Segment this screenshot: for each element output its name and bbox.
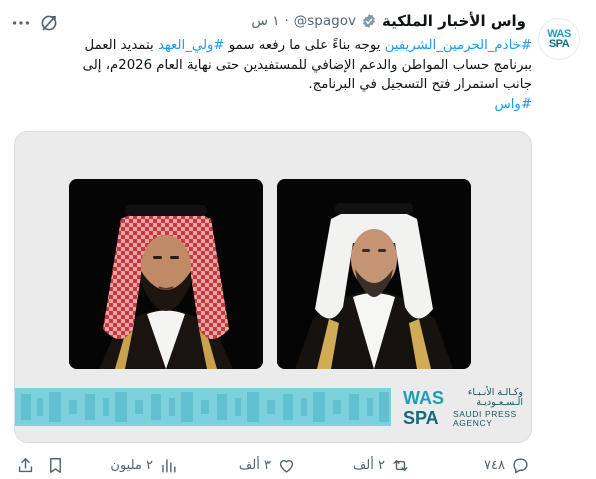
tweet-text-segment: ببرنامج حساب المواطن والدعم الإضافي للمس… [82, 57, 532, 73]
spa-arabic-name: وكـالـة الأنـبـاء الـسـعـوديـة [453, 388, 523, 408]
author-handle[interactable]: @spagov [294, 13, 356, 29]
repost-button[interactable]: ٢ ألف [353, 456, 410, 475]
tweet-header: واس الأخبار الملكية @spagov · ١ س [251, 10, 526, 32]
author-avatar[interactable]: WAS SPA [538, 18, 580, 60]
bookmark-icon [50, 458, 61, 473]
portrait-right-graphic [277, 179, 471, 369]
tweet-actions: ٧٤٨ ٢ ألف ٣ ألف ٢ مليون [0, 456, 596, 476]
pattern-graphic [15, 388, 391, 426]
header-separator: · [284, 13, 289, 29]
tweet-text-segment: يوجه بناءً على ما رفعه سمو [224, 38, 385, 53]
tweet-text: #خادم_الحرمين_الشريفين يوجه بناءً على ما… [14, 36, 532, 114]
spa-english-line2: AGENCY [453, 418, 493, 428]
like-button[interactable]: ٣ ألف [239, 456, 296, 475]
spa-english-name: SAUDI PRESS AGENCY [453, 410, 523, 428]
spa-logo: WAS SPA وكـالـة الأنـبـاء الـسـعـوديـة S… [401, 384, 523, 432]
tweet-text-line: #خادم_الحرمين_الشريفين يوجه بناءً على ما… [14, 36, 533, 56]
verified-badge-icon[interactable] [361, 13, 377, 29]
reply-count: ٧٤٨ [484, 458, 505, 473]
decorative-pattern-band [15, 388, 391, 426]
tweet-time[interactable]: ١ س [251, 13, 279, 29]
share-button[interactable] [16, 456, 35, 475]
repost-count: ٢ ألف [352, 458, 385, 473]
reply-icon [513, 458, 528, 474]
bookmark-button[interactable] [46, 456, 65, 475]
portrait-left-graphic [69, 179, 263, 369]
hashtag-link[interactable]: #واس [495, 97, 533, 112]
heart-icon [279, 460, 294, 473]
spa-mark-top: WAS [403, 388, 444, 408]
share-icon [18, 458, 33, 473]
grok-icon[interactable] [38, 12, 60, 34]
tweet-text-line: ببرنامج حساب المواطن والدعم الإضافي للمس… [14, 56, 532, 76]
tweet-text-segment: جانب استمرار فتح التسجيل في البرنامج. [308, 77, 532, 92]
tweet-text-segment: بتمديد العمل [84, 38, 158, 53]
tweet-media-image[interactable]: WAS SPA وكـالـة الأنـبـاء الـسـعـوديـة S… [14, 131, 532, 443]
spa-mark-bottom: SPA [403, 408, 439, 428]
spa-arabic-line2: الـسـعـوديـة [476, 397, 523, 408]
portrait-photo-left [69, 179, 263, 369]
hashtag-link[interactable]: #ولي_العهد [158, 38, 225, 53]
avatar-text-bottom: SPA [548, 38, 570, 50]
tweet-text-line: جانب استمرار فتح التسجيل في البرنامج. [14, 75, 532, 95]
portrait-photo-right [277, 179, 471, 369]
views-button[interactable]: ٢ مليون [110, 456, 178, 475]
like-count: ٣ ألف [238, 458, 271, 473]
views-chart-icon [162, 459, 176, 473]
views-count: ٢ مليون [110, 458, 153, 473]
more-options-icon[interactable] [10, 12, 32, 34]
repost-icon [393, 460, 408, 471]
spa-logo-mark-icon: WAS SPA [403, 388, 444, 428]
tweet-text-line: #واس [14, 95, 533, 115]
reply-button[interactable]: ٧٤٨ [484, 456, 530, 475]
author-name[interactable]: واس الأخبار الملكية [382, 12, 526, 30]
hashtag-link[interactable]: #خادم_الحرمين_الشريفين [385, 38, 532, 53]
